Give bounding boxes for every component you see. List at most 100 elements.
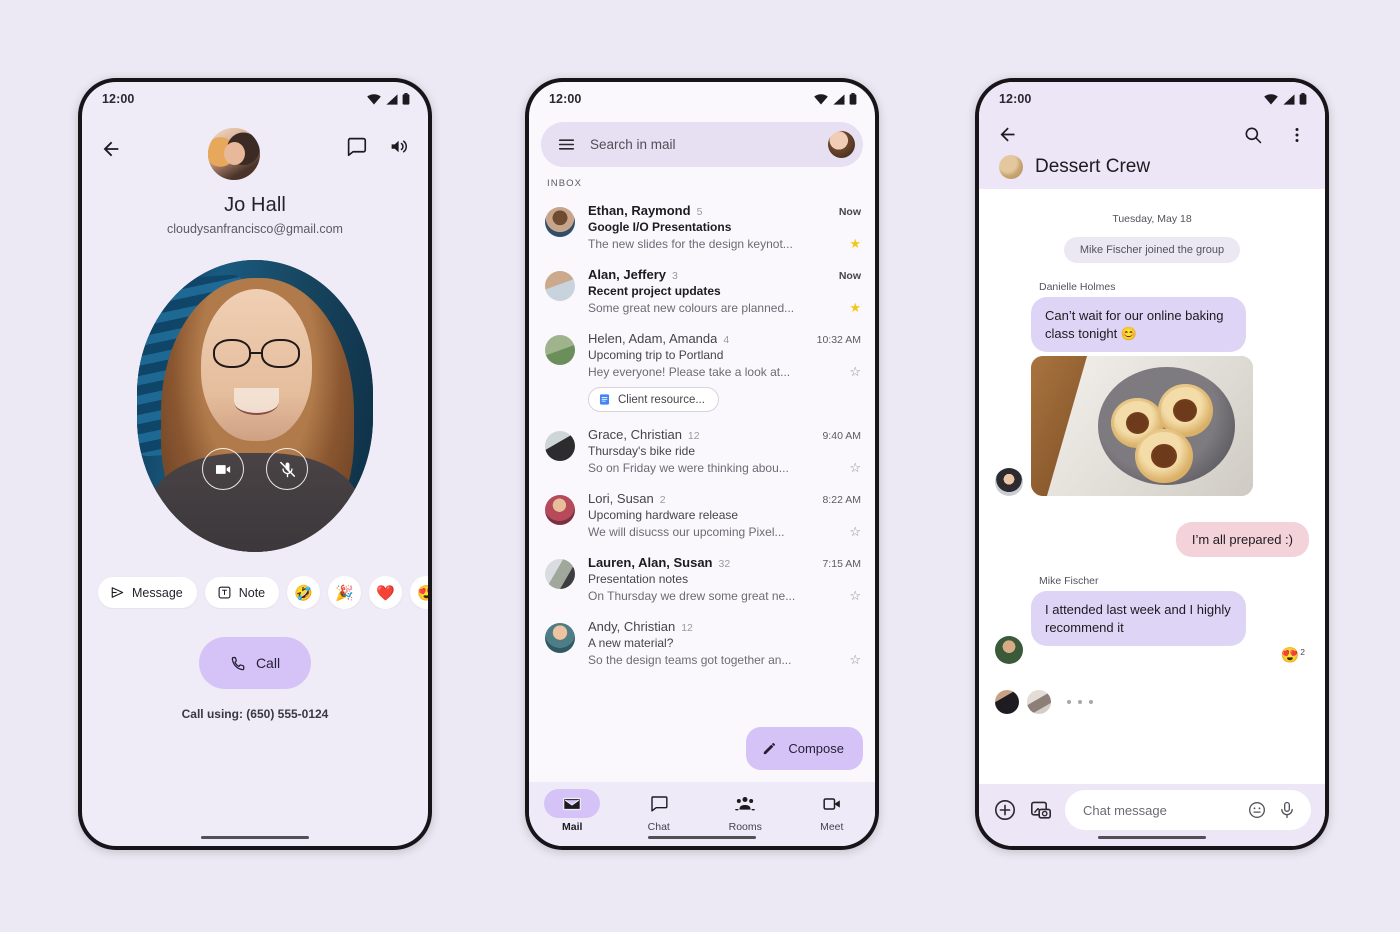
emoji-joy-button[interactable]: 🤣	[287, 576, 321, 609]
email-list[interactable]: Ethan, Raymond 5 Now Google I/O Presenta…	[529, 195, 875, 782]
emoji-heart-button[interactable]: ❤️	[369, 576, 403, 609]
account-avatar[interactable]	[828, 131, 855, 158]
email-time: 9:40 AM	[822, 430, 861, 442]
table-row[interactable]: Lori, Susan 2 8:22 AM Upcoming hardware …	[529, 483, 875, 547]
message-sender-name: Mike Fischer	[1039, 575, 1099, 588]
call-using-text: Call using: (650) 555-0124	[181, 707, 329, 721]
emoji-heart: ❤️	[376, 584, 395, 602]
call-button[interactable]: Call	[199, 637, 311, 689]
typing-dots	[1067, 700, 1093, 705]
video-camera-icon	[215, 464, 230, 474]
table-row[interactable]: Grace, Christian 12 9:40 AM Thursday's b…	[529, 419, 875, 483]
chat-app-bar: 12:00 Dessert Crew	[979, 82, 1325, 189]
message-thread[interactable]: Tuesday, May 18 Mike Fischer joined the …	[979, 189, 1325, 784]
email-sender: Andy, Christian	[588, 619, 676, 634]
star-icon[interactable]: ☆	[843, 588, 861, 604]
list-item[interactable]: Can’t wait for our online baking class t…	[995, 297, 1309, 497]
message-reaction-badge[interactable]: 😍 2	[1281, 646, 1309, 664]
email-sender: Lauren, Alan, Susan	[588, 555, 713, 570]
photo-camera-icon[interactable]	[1029, 798, 1053, 822]
volume-up-icon[interactable]	[389, 136, 410, 157]
toggle-camera-button[interactable]	[202, 448, 244, 490]
emoji-heart-eyes-button[interactable]: 😍	[410, 576, 428, 609]
compose-label: Compose	[788, 741, 844, 756]
star-icon[interactable]: ☆	[843, 460, 861, 476]
gesture-bar	[648, 835, 756, 839]
nav-item-rooms[interactable]: Rooms	[702, 789, 789, 833]
gesture-bar	[201, 835, 309, 839]
phone3-status-bar: 12:00	[979, 82, 1325, 116]
status-time: 12:00	[549, 92, 582, 106]
search-bar[interactable]: Search in mail	[541, 122, 863, 167]
email-subject: Upcoming hardware release	[588, 508, 739, 522]
note-action-button[interactable]: Note	[204, 577, 280, 608]
nav-item-meet[interactable]: Meet	[789, 789, 876, 833]
wifi-icon	[1264, 93, 1278, 104]
chat-message-input[interactable]: Chat message	[1065, 790, 1311, 830]
arrow-back-icon[interactable]	[100, 138, 122, 160]
cellular-signal-icon	[833, 93, 845, 105]
email-time: 10:32 AM	[816, 334, 861, 346]
nav-label-rooms: Rooms	[728, 821, 762, 833]
typing-avatar	[1027, 690, 1051, 715]
message-avatar	[995, 468, 1023, 497]
nav-item-mail[interactable]: Mail	[529, 789, 616, 833]
email-count: 12	[681, 622, 693, 634]
rooms-icon	[735, 796, 756, 810]
phone2-screen: 12:00 Search in mail INBOX Ethan, Raymon…	[529, 82, 875, 846]
toggle-mic-button[interactable]	[266, 448, 308, 490]
phone2-status-bar: 12:00	[529, 82, 875, 116]
add-circle-icon[interactable]	[993, 798, 1017, 822]
emoji-party-button[interactable]: 🎉	[328, 576, 362, 609]
hamburger-menu-icon[interactable]	[557, 135, 576, 154]
chat-bubble-icon[interactable]	[346, 136, 367, 157]
email-time: Now	[838, 270, 861, 282]
star-icon[interactable]: ★	[843, 300, 861, 316]
search-icon[interactable]	[1243, 125, 1263, 145]
nav-item-chat[interactable]: Chat	[616, 789, 703, 833]
table-row[interactable]: Ethan, Raymond 5 Now Google I/O Presenta…	[529, 195, 875, 259]
quick-actions-row: Message Note 🤣 🎉 ❤️ 😍	[82, 576, 428, 609]
star-icon[interactable]: ★	[843, 236, 861, 252]
message-photo-attachment[interactable]	[1031, 356, 1253, 497]
table-row[interactable]: Alan, Jeffery 3 Now Recent project updat…	[529, 259, 875, 323]
video-call-controls	[137, 448, 373, 490]
email-subject: Presentation notes	[588, 572, 689, 586]
glasses-detail	[212, 338, 300, 369]
compose-button[interactable]: Compose	[746, 727, 863, 770]
star-icon[interactable]: ☆	[843, 524, 861, 540]
list-item[interactable]: I attended last week and I highly recomm…	[995, 591, 1309, 665]
chat-app-bar-row	[979, 116, 1325, 145]
mail-icon	[563, 797, 582, 810]
table-row[interactable]: Andy, Christian 12 A new material? So th…	[529, 611, 875, 675]
contact-avatar-block	[208, 128, 260, 180]
message-bubble-outgoing[interactable]: I’m all prepared :)	[1175, 522, 1309, 558]
star-icon[interactable]: ☆	[843, 364, 861, 380]
arrow-back-icon[interactable]	[997, 124, 1018, 145]
emoji-heart-eyes: 😍	[417, 584, 428, 602]
emoji-face-icon[interactable]	[1247, 800, 1267, 820]
message-bubble-incoming[interactable]: Can’t wait for our online baking class t…	[1031, 297, 1246, 353]
wifi-icon	[367, 93, 381, 104]
note-icon	[218, 586, 231, 599]
emoji-party: 🎉	[335, 584, 354, 602]
table-row[interactable]: Helen, Adam, Amanda 4 10:32 AM Upcoming …	[529, 323, 875, 419]
sender-avatar	[545, 559, 575, 589]
phone-chat-conversation: 12:00 Dessert Crew Tuesday, May 18 Mike …	[975, 78, 1329, 850]
conversation-title-row[interactable]: Dessert Crew	[979, 145, 1325, 179]
table-row[interactable]: Lauren, Alan, Susan 32 7:15 AM Presentat…	[529, 547, 875, 611]
video-call-preview[interactable]	[137, 260, 373, 552]
attachment-chip[interactable]: Client resource...	[588, 387, 719, 412]
star-icon[interactable]: ☆	[843, 652, 861, 668]
email-time: Now	[838, 206, 861, 218]
microphone-icon[interactable]	[1277, 800, 1297, 820]
google-docs-icon	[599, 394, 610, 405]
chat-input-placeholder: Chat message	[1083, 802, 1167, 818]
message-action-button[interactable]: Message	[98, 577, 197, 608]
avatar[interactable]	[208, 128, 260, 180]
phone1-header-actions	[346, 126, 410, 157]
search-input[interactable]: Search in mail	[590, 137, 814, 152]
message-bubble-incoming[interactable]: I attended last week and I highly recomm…	[1031, 591, 1246, 647]
more-vert-icon[interactable]	[1287, 125, 1307, 145]
page-title: Dessert Crew	[1035, 156, 1151, 177]
